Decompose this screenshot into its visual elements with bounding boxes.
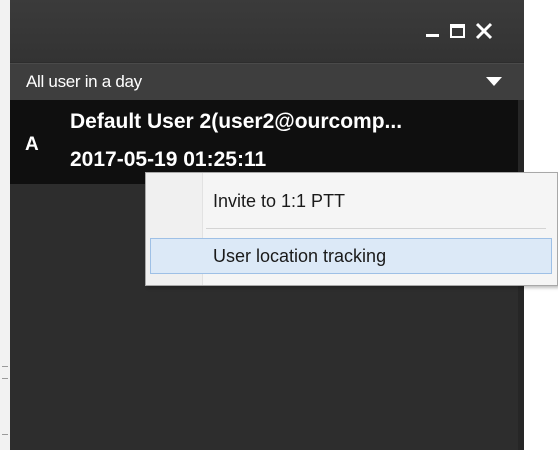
menu-item-invite-ptt[interactable]: Invite to 1:1 PTT [150, 183, 552, 219]
minimize-button[interactable] [422, 20, 444, 42]
maximize-icon [450, 24, 465, 38]
context-menu: Invite to 1:1 PTT User location tracking [145, 172, 558, 286]
filter-selected-value: All user in a day [26, 72, 142, 91]
caret-down-icon [486, 77, 502, 86]
user-name: Default User 2(user2@ourcomp... [70, 110, 403, 133]
close-icon [475, 22, 493, 40]
menu-separator [206, 228, 546, 229]
background-mark [2, 378, 8, 379]
menu-item-location-tracking[interactable]: User location tracking [150, 238, 552, 274]
background-mark [2, 434, 8, 435]
title-bar[interactable] [10, 0, 524, 62]
avatar: A [25, 134, 39, 155]
menu-item-label: Invite to 1:1 PTT [213, 191, 346, 211]
menu-item-label: User location tracking [213, 246, 387, 266]
screen: All user in a day A Default User 2(user2… [0, 0, 558, 450]
close-button[interactable] [473, 20, 495, 42]
background-mark [2, 366, 8, 367]
user-timestamp: 2017-05-19 01:25:11 [70, 148, 267, 171]
maximize-button[interactable] [447, 20, 469, 42]
minimize-icon [426, 34, 439, 37]
background-app-edge [0, 0, 10, 450]
user-filter-dropdown[interactable]: All user in a day [10, 63, 524, 100]
